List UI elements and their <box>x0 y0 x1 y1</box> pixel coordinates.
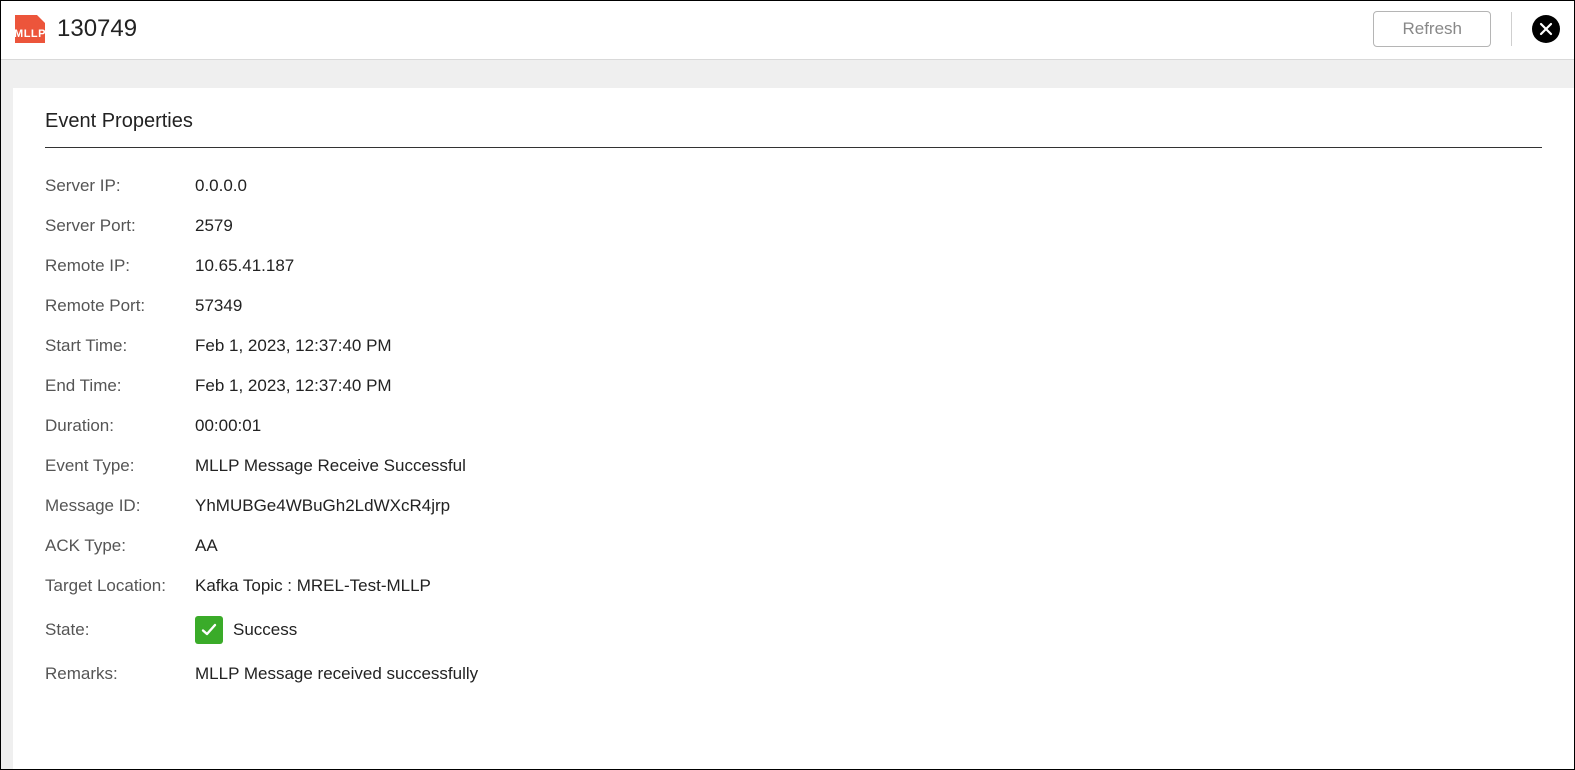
label-remote-port: Remote Port: <box>45 296 195 316</box>
row-remarks: Remarks: MLLP Message received successfu… <box>45 654 1542 694</box>
row-message-id: Message ID: YhMUBGe4WBuGh2LdWXcR4jrp <box>45 486 1542 526</box>
row-remote-port: Remote Port: 57349 <box>45 286 1542 326</box>
label-state: State: <box>45 620 195 640</box>
row-remote-ip: Remote IP: 10.65.41.187 <box>45 246 1542 286</box>
label-ack-type: ACK Type: <box>45 536 195 556</box>
value-server-ip: 0.0.0.0 <box>195 176 247 196</box>
success-check-icon <box>195 616 223 644</box>
label-server-ip: Server IP: <box>45 176 195 196</box>
value-remarks: MLLP Message received successfully <box>195 664 478 684</box>
row-state: State: Success <box>45 606 1542 654</box>
value-message-id: YhMUBGe4WBuGh2LdWXcR4jrp <box>195 496 450 516</box>
header-divider <box>1511 12 1512 46</box>
row-duration: Duration: 00:00:01 <box>45 406 1542 446</box>
label-event-type: Event Type: <box>45 456 195 476</box>
value-server-port: 2579 <box>195 216 233 236</box>
close-button[interactable] <box>1532 15 1560 43</box>
event-properties-panel[interactable]: Event Properties Server IP: 0.0.0.0 Serv… <box>13 88 1574 769</box>
value-state: Success <box>233 620 297 640</box>
window-frame: MLLP 130749 Refresh Event Properties Ser… <box>0 0 1575 770</box>
section-divider <box>45 147 1542 148</box>
row-target-location: Target Location: Kafka Topic : MREL-Test… <box>45 566 1542 606</box>
section-title: Event Properties <box>45 110 1542 133</box>
row-ack-type: ACK Type: AA <box>45 526 1542 566</box>
label-remote-ip: Remote IP: <box>45 256 195 276</box>
label-start-time: Start Time: <box>45 336 195 356</box>
value-start-time: Feb 1, 2023, 12:37:40 PM <box>195 336 392 356</box>
label-target-location: Target Location: <box>45 576 195 596</box>
value-end-time: Feb 1, 2023, 12:37:40 PM <box>195 376 392 396</box>
row-event-type: Event Type: MLLP Message Receive Success… <box>45 446 1542 486</box>
value-ack-type: AA <box>195 536 218 556</box>
row-server-ip: Server IP: 0.0.0.0 <box>45 166 1542 206</box>
header-bar: MLLP 130749 Refresh <box>1 1 1574 60</box>
label-end-time: End Time: <box>45 376 195 396</box>
value-event-type: MLLP Message Receive Successful <box>195 456 466 476</box>
value-remote-port: 57349 <box>195 296 242 316</box>
row-end-time: End Time: Feb 1, 2023, 12:37:40 PM <box>45 366 1542 406</box>
value-duration: 00:00:01 <box>195 416 261 436</box>
row-server-port: Server Port: 2579 <box>45 206 1542 246</box>
value-target-location: Kafka Topic : MREL-Test-MLLP <box>195 576 431 596</box>
close-icon <box>1539 22 1553 36</box>
label-duration: Duration: <box>45 416 195 436</box>
value-remote-ip: 10.65.41.187 <box>195 256 294 276</box>
value-state-container: Success <box>195 616 297 644</box>
mllp-badge-icon: MLLP <box>15 15 45 43</box>
mllp-badge-label: MLLP <box>14 28 46 40</box>
page-title: 130749 <box>57 15 137 43</box>
label-server-port: Server Port: <box>45 216 195 236</box>
label-message-id: Message ID: <box>45 496 195 516</box>
refresh-button[interactable]: Refresh <box>1373 11 1491 47</box>
row-start-time: Start Time: Feb 1, 2023, 12:37:40 PM <box>45 326 1542 366</box>
label-remarks: Remarks: <box>45 664 195 684</box>
body-area: Event Properties Server IP: 0.0.0.0 Serv… <box>1 60 1574 769</box>
